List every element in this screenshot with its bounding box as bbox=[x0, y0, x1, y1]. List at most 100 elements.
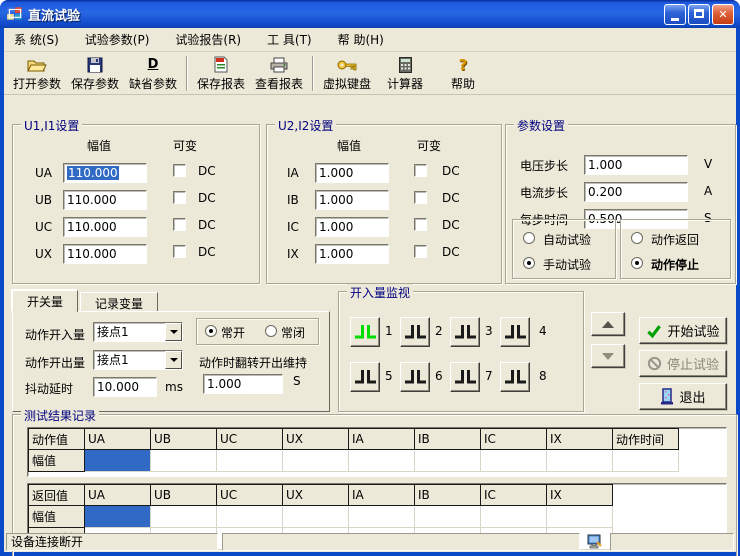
col-ib[interactable]: IB bbox=[415, 485, 481, 506]
minimize-button[interactable] bbox=[664, 4, 686, 25]
calculator-button[interactable]: 计算器 bbox=[376, 53, 434, 94]
menu-help[interactable]: 帮 助(H) bbox=[338, 31, 384, 48]
step-up-button[interactable] bbox=[591, 312, 625, 336]
col-ic[interactable]: IC bbox=[481, 429, 547, 450]
col-action-time[interactable]: 动作时间 bbox=[613, 429, 679, 450]
cell[interactable] bbox=[349, 506, 415, 528]
menu-test-params[interactable]: 试验参数(P) bbox=[85, 31, 150, 48]
chevron-down-icon[interactable] bbox=[165, 351, 182, 369]
chevron-down-icon[interactable] bbox=[165, 323, 182, 341]
ub-variable-checkbox[interactable] bbox=[173, 191, 186, 204]
col-ix[interactable]: IX bbox=[547, 485, 613, 506]
normally-open-radio[interactable] bbox=[205, 325, 217, 337]
ia-amplitude-input[interactable]: 1.000 bbox=[315, 163, 389, 183]
tab-record-variables[interactable]: 记录变量 bbox=[80, 292, 158, 311]
exit-button[interactable]: 退出 bbox=[639, 383, 727, 410]
flip-hold-input[interactable]: 1.000 bbox=[203, 374, 283, 394]
start-test-button[interactable]: 开始试验 bbox=[639, 317, 727, 344]
col-ib[interactable]: IB bbox=[415, 429, 481, 450]
col-ua[interactable]: UA bbox=[85, 485, 151, 506]
cell[interactable] bbox=[415, 450, 481, 472]
ib-amplitude-input[interactable]: 1.000 bbox=[315, 190, 389, 210]
cell[interactable] bbox=[613, 450, 679, 472]
ia-variable-checkbox[interactable] bbox=[414, 164, 427, 177]
action-output-combo[interactable]: 接点1 bbox=[93, 350, 183, 370]
col-ux[interactable]: UX bbox=[283, 485, 349, 506]
col-ic[interactable]: IC bbox=[481, 485, 547, 506]
col-ia[interactable]: IA bbox=[349, 485, 415, 506]
ic-amplitude-input[interactable]: 1.000 bbox=[315, 217, 389, 237]
voltage-step-input[interactable]: 1.000 bbox=[584, 155, 688, 175]
tab-switch-quantity[interactable]: 开关量 bbox=[12, 290, 78, 312]
ib-variable-checkbox[interactable] bbox=[414, 191, 427, 204]
cell[interactable] bbox=[283, 450, 349, 472]
row-amplitude: 幅值 bbox=[29, 450, 85, 472]
action-input-combo[interactable]: 接点1 bbox=[93, 322, 183, 342]
contact-button-2[interactable] bbox=[400, 317, 430, 347]
col-uc[interactable]: UC bbox=[217, 429, 283, 450]
selected-cell[interactable] bbox=[85, 506, 151, 528]
menu-test-report[interactable]: 试验报告(R) bbox=[175, 31, 241, 48]
col-uc[interactable]: UC bbox=[217, 485, 283, 506]
selected-cell[interactable] bbox=[85, 450, 151, 472]
menu-tools[interactable]: 工 具(T) bbox=[267, 31, 312, 48]
manual-test-radio[interactable] bbox=[523, 257, 535, 269]
ua-variable-checkbox[interactable] bbox=[173, 164, 186, 177]
virtual-keyboard-button[interactable]: 虚拟键盘 bbox=[318, 53, 376, 94]
col-ua[interactable]: UA bbox=[85, 429, 151, 450]
save-report-button[interactable]: 保存报表 bbox=[192, 53, 250, 94]
ux-variable-checkbox[interactable] bbox=[173, 245, 186, 258]
save-params-button[interactable]: 保存参数 bbox=[66, 53, 124, 94]
cell[interactable] bbox=[547, 450, 613, 472]
current-step-input[interactable]: 0.200 bbox=[584, 182, 688, 202]
cell[interactable] bbox=[415, 506, 481, 528]
action-return-radio[interactable] bbox=[631, 232, 643, 244]
open-params-button[interactable]: 打开参数 bbox=[8, 53, 66, 94]
contact-button-6[interactable] bbox=[400, 362, 430, 392]
monitor-group-title: 开入量监视 bbox=[347, 284, 413, 301]
cell[interactable] bbox=[151, 450, 217, 472]
cell[interactable] bbox=[151, 506, 217, 528]
col-ix[interactable]: IX bbox=[547, 429, 613, 450]
step-down-button[interactable] bbox=[591, 344, 625, 368]
auto-test-radio[interactable] bbox=[523, 232, 535, 244]
contact-button-1[interactable] bbox=[350, 317, 380, 347]
contact-button-5[interactable] bbox=[350, 362, 380, 392]
menu-system[interactable]: 系 统(S) bbox=[14, 31, 59, 48]
cell[interactable] bbox=[283, 506, 349, 528]
contact-button-4[interactable] bbox=[500, 317, 530, 347]
cell[interactable] bbox=[349, 450, 415, 472]
ub-amplitude-input[interactable]: 110.000 bbox=[63, 190, 147, 210]
action-results-table[interactable]: 动作值 UA UB UC UX IA IB IC IX 动作时间 幅 bbox=[28, 428, 679, 472]
cell[interactable] bbox=[217, 506, 283, 528]
view-report-button[interactable]: 查看报表 bbox=[250, 53, 308, 94]
cell[interactable] bbox=[217, 450, 283, 472]
uc-amplitude-input[interactable]: 110.000 bbox=[63, 217, 147, 237]
cell[interactable] bbox=[481, 450, 547, 472]
col-ux[interactable]: UX bbox=[283, 429, 349, 450]
uc-variable-checkbox[interactable] bbox=[173, 218, 186, 231]
ux-amplitude-input[interactable]: 110.000 bbox=[63, 244, 147, 264]
col-return-value[interactable]: 返回值 bbox=[29, 485, 85, 506]
ic-variable-checkbox[interactable] bbox=[414, 218, 427, 231]
contact-button-3[interactable] bbox=[450, 317, 480, 347]
stop-test-button[interactable]: 停止试验 bbox=[639, 350, 727, 377]
col-action-value[interactable]: 动作值 bbox=[29, 429, 85, 450]
col-ia[interactable]: IA bbox=[349, 429, 415, 450]
cell[interactable] bbox=[547, 506, 613, 528]
col-ub[interactable]: UB bbox=[151, 485, 217, 506]
ua-amplitude-input[interactable]: 110.000 bbox=[63, 163, 147, 183]
ix-amplitude-input[interactable]: 1.000 bbox=[315, 244, 389, 264]
maximize-button[interactable] bbox=[688, 4, 710, 25]
col-ub[interactable]: UB bbox=[151, 429, 217, 450]
normally-closed-radio[interactable] bbox=[265, 325, 277, 337]
ix-variable-checkbox[interactable] bbox=[414, 245, 427, 258]
default-params-button[interactable]: D 缺省参数 bbox=[124, 53, 182, 94]
action-stop-radio[interactable] bbox=[631, 257, 643, 269]
close-button[interactable]: ✕ bbox=[712, 4, 734, 25]
help-button[interactable]: ? 帮助 bbox=[434, 53, 492, 94]
contact-button-7[interactable] bbox=[450, 362, 480, 392]
cell[interactable] bbox=[481, 506, 547, 528]
debounce-input[interactable]: 10.000 bbox=[93, 377, 157, 397]
contact-button-8[interactable] bbox=[500, 362, 530, 392]
